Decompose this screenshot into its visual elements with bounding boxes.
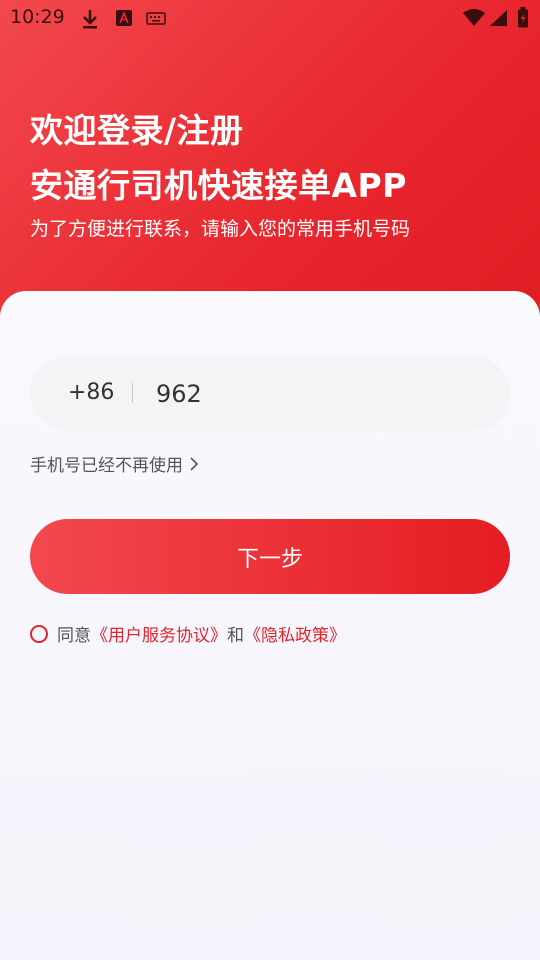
agreement-row: 同意 《用户服务协议》 和 《隐私政策》 bbox=[30, 621, 346, 646]
status-time: 10:29 bbox=[10, 6, 65, 28]
keyboard-icon bbox=[146, 12, 166, 25]
phone-no-longer-used-link[interactable]: 手机号已经不再使用 bbox=[30, 451, 199, 476]
next-step-button[interactable]: 下一步 bbox=[30, 519, 510, 594]
chevron-right-icon bbox=[190, 456, 199, 471]
phone-number-input[interactable] bbox=[156, 374, 486, 414]
agree-radio[interactable] bbox=[30, 624, 48, 643]
app-notification-icon bbox=[116, 10, 132, 26]
wifi-icon bbox=[463, 9, 485, 26]
agree-and: 和 bbox=[227, 626, 244, 646]
phone-no-longer-used-label: 手机号已经不再使用 bbox=[30, 456, 183, 476]
login-card: +86 手机号已经不再使用 下一步 同意 《用户服务协议》 和 《隐私政策》 bbox=[0, 291, 540, 960]
download-icon bbox=[83, 10, 97, 29]
header-banner: 10:29 欢迎登录/注册 安通行司机快速接单APP 为了方便进行联系，请输入您… bbox=[0, 0, 540, 320]
cellular-signal-icon bbox=[490, 10, 507, 26]
user-agreement-link[interactable]: 《用户服务协议》 bbox=[91, 621, 227, 646]
page-title-app-name: 安通行司机快速接单APP bbox=[30, 166, 407, 205]
phone-input-box[interactable]: +86 bbox=[30, 356, 510, 431]
battery-icon bbox=[518, 7, 528, 28]
page-subtitle: 为了方便进行联系，请输入您的常用手机号码 bbox=[30, 218, 411, 240]
page-title: 欢迎登录/注册 bbox=[30, 111, 244, 150]
agree-prefix: 同意 bbox=[57, 626, 91, 646]
status-bar: 10:29 bbox=[0, 0, 540, 36]
country-code[interactable]: +86 bbox=[68, 380, 114, 405]
input-divider bbox=[132, 383, 133, 403]
privacy-policy-link[interactable]: 《隐私政策》 bbox=[244, 621, 346, 646]
